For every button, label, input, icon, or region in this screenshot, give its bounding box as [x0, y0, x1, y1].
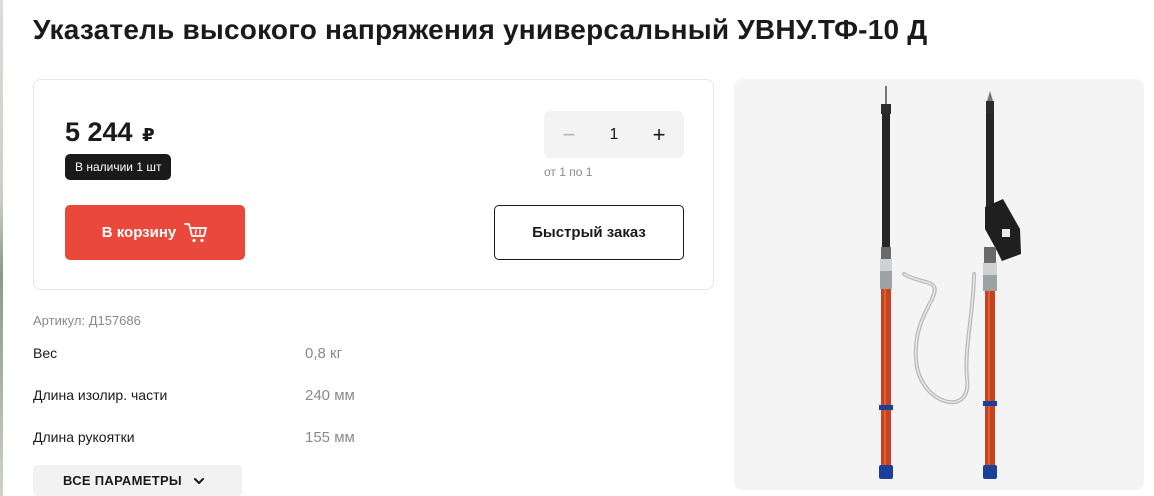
- quantity-value[interactable]: 1: [594, 111, 634, 158]
- quick-order-button[interactable]: Быстрый заказ: [494, 205, 684, 260]
- product-image[interactable]: [734, 79, 1144, 490]
- quantity-plus-button[interactable]: +: [644, 111, 674, 158]
- price: 5 244 ₽: [65, 117, 155, 148]
- spec-row-handle-length: Длина рукоятки 155 мм: [33, 429, 533, 449]
- spec-label: Вес: [33, 345, 58, 361]
- spec-label: Длина рукоятки: [33, 429, 135, 445]
- quantity-minus-button[interactable]: −: [554, 111, 584, 158]
- all-parameters-label: ВСЕ ПАРАМЕТРЫ: [63, 473, 182, 488]
- add-to-cart-button[interactable]: В корзину: [65, 205, 245, 260]
- spec-value: 0,8 кг: [305, 345, 343, 362]
- spec-value: 240 мм: [305, 387, 355, 404]
- sku: Артикул: Д157686: [33, 313, 141, 328]
- stock-badge: В наличии 1 шт: [65, 154, 172, 180]
- spec-row-weight: Вес 0,8 кг: [33, 345, 533, 365]
- quantity-range: от 1 по 1: [544, 165, 593, 179]
- price-currency: ₽: [142, 125, 155, 145]
- chevron-down-icon: [193, 473, 204, 488]
- left-edge-strip: [0, 0, 3, 496]
- spec-label: Длина изолир. части: [33, 387, 168, 403]
- price-value: 5 244: [65, 117, 133, 147]
- spec-row-insulated-length: Длина изолир. части 240 мм: [33, 387, 533, 407]
- spec-value: 155 мм: [305, 429, 355, 446]
- buy-card: 5 244 ₽ В наличии 1 шт − 1 + от 1 по 1 В…: [33, 79, 714, 290]
- cart-icon: [184, 222, 208, 244]
- add-to-cart-label: В корзину: [101, 224, 177, 241]
- all-parameters-button[interactable]: ВСЕ ПАРАМЕТРЫ: [33, 465, 242, 496]
- page-title: Указатель высокого напряжения универсаль…: [33, 14, 928, 45]
- quantity-stepper: − 1 +: [544, 111, 684, 158]
